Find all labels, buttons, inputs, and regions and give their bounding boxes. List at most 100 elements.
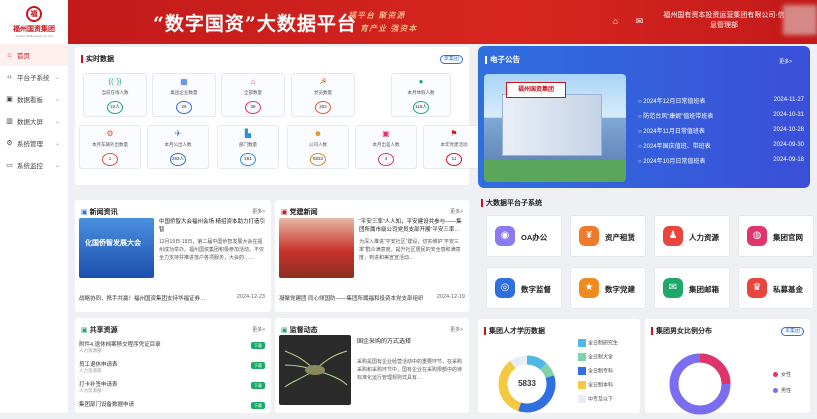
stat-label: 本月休假人数 (407, 90, 435, 95)
notice-item[interactable]: ○ 2024年国庆值班、带班表 2024-09-30 (638, 139, 804, 151)
donut-slice (526, 355, 547, 370)
stat-value: 4 (378, 153, 394, 166)
stat-tile[interactable]: ▙ 部门数量 281 (217, 125, 279, 169)
globe-icon: ◍ (747, 226, 767, 246)
stat-label: 党员数量 (314, 90, 332, 95)
download-button[interactable]: 下载 (251, 342, 265, 349)
gender-donut (669, 353, 731, 415)
more-link[interactable]: 更多> (779, 58, 792, 65)
news-footer[interactable]: 战略协同，携手共赢！福州国资集团支持华福证券… 2024-12-23 (79, 294, 265, 302)
notice-date: 2024-09-18 (773, 157, 804, 163)
app-tile[interactable]: ♛ 私募基金 (738, 267, 814, 309)
sidebar-item-monitor[interactable]: ▭ 系统监控 ⌄ (0, 154, 68, 176)
more-link[interactable]: 更多> (450, 326, 463, 333)
card-title: ▣ 党建新闻 (281, 209, 318, 216)
mindmap-image[interactable] (279, 335, 351, 405)
app-tile[interactable]: ♟ 人力资源 (654, 215, 730, 257)
stat-tile[interactable]: ● 本月休假人数 118人 (391, 73, 451, 117)
stat-value: 1 (102, 153, 118, 166)
stat-tile[interactable]: ▦ 集团企业数量 29 (152, 73, 216, 117)
notice-title: ○ 2024年11月日常值班表 (638, 128, 705, 135)
monitor-icon: ▭ (6, 162, 13, 169)
stat-tile[interactable]: ☭ 党员数量 202 (291, 73, 355, 117)
talent-total: 5833 (518, 379, 536, 388)
sidebar-item-home[interactable]: ⌂ 首页 (0, 44, 68, 66)
resource-dept: 人力资源部 (79, 388, 102, 393)
supervision-headline[interactable]: 国企采购的方式选择 (357, 338, 465, 346)
download-button[interactable]: 下载 (251, 402, 265, 409)
legend-item: 全日制研究生 (578, 339, 618, 347)
logo-name: 福州国资集团 (13, 24, 55, 33)
more-link[interactable]: 更多> (450, 208, 463, 215)
stat-value: 202 (315, 101, 331, 114)
stat-value: 39 (245, 101, 261, 114)
notice-item[interactable]: ○ 防范台风“康妮”值班带班表 2024-10-31 (638, 109, 804, 121)
party-footer[interactable]: 凝聚党建团 同心倾国防——集团所属福和投资本党支部组织… 2024-12-19 (279, 294, 465, 302)
app-label: 集团官网 (773, 233, 803, 242)
notice-date: 2024-11-27 (773, 97, 804, 103)
supervision-summary: 采购是国有企业经营活动中的重要环节，在采购采购和采购环节中，国有企业在采购限额中… (357, 359, 463, 381)
realtime-data-card: 实时数据 本集团 ((·)) 当前在线人数 22人 ▦ 集团企业数量 29 ⌂ 全部数量 39 ☭… (75, 47, 485, 185)
user-icon: ♟ (663, 226, 683, 246)
logo-subtitle: Fuzhou SOE Group Co.,Ltd (15, 34, 53, 38)
notice-banner: 电子公告 更多> 福州国资集团 ○ 2024年12月日常值班表 2024-11-2… (478, 46, 810, 188)
card-title: 集团男女比例分布 (651, 326, 712, 336)
sidebar-item-board[interactable]: ▣ 数据看板 ⌄ (0, 88, 68, 110)
news-headline[interactable]: 中国侨智大会福州会场 精招资本助力打造引智 (159, 218, 267, 234)
stat-tile[interactable]: ⌂ 全部数量 39 (221, 73, 285, 117)
sidebar-item-screen[interactable]: ▥ 数据大屏 ⌄ (0, 110, 68, 132)
donut-slice (540, 363, 555, 379)
party-headline[interactable]: “平安三率”人人知，平安建设共参与——集团所属市级公司党员支部开展“平安三率… (359, 218, 465, 234)
app-tile[interactable]: ¥ 资产租赁 (570, 215, 646, 257)
stat-label: 集团企业数量 (170, 90, 198, 95)
stat-tile[interactable]: ✈ 本月公出人数 293人 (147, 125, 209, 169)
stat-tile[interactable]: ((·)) 当前在线人数 22人 (83, 73, 147, 117)
legend-item: 中专及以下 (578, 395, 613, 403)
flag-icon: ⚑ (450, 129, 458, 138)
logo[interactable]: 福 福州国资集团 Fuzhou SOE Group Co.,Ltd (0, 0, 68, 44)
scope-tag[interactable]: 本集团 (439, 55, 463, 64)
stat-label: 部门数量 (239, 142, 257, 147)
resource-dept: 人力资源部 (79, 368, 102, 373)
sidebar-item-subsystem[interactable]: ‹› 平台子系统 ⌄ (0, 66, 68, 88)
list-item[interactable]: 员工退休申请表 人力资源部 下载 (79, 360, 265, 376)
platform-title: “数字国资”大数据平台 (153, 13, 357, 35)
more-link[interactable]: 更多> (252, 208, 265, 215)
plane-icon: ✈ (174, 129, 182, 138)
download-button[interactable]: 下载 (251, 362, 265, 369)
notice-title: ○ 2024年国庆值班、带班表 (638, 143, 711, 150)
stat-tile[interactable]: ⚙ 本月车辆外出数量 1 (79, 125, 141, 169)
party-news-image[interactable] (279, 218, 354, 278)
stat-tile[interactable]: ▣ 本月出差人数 4 (355, 125, 417, 169)
code-icon: ‹› (7, 73, 12, 81)
stat-tile[interactable]: ☻ 公司人数 5833 (287, 125, 349, 169)
app-tile[interactable]: ◉ OA办公 (486, 215, 562, 257)
notice-item[interactable]: ○ 2024年10月日常值班表 2024-09-18 (638, 154, 804, 166)
app-tile[interactable]: ◍ 集团官网 (738, 215, 814, 257)
sidebar-item-label: 系统管理 (17, 141, 43, 148)
list-item[interactable]: 打卡补签申请表 人力资源部 下载 (79, 380, 265, 396)
sidebar-item-system[interactable]: ⚙ 系统管理 ⌄ (0, 132, 68, 154)
card-title: ▣ 监督动态 (281, 327, 318, 334)
legend-item: 男性 (773, 387, 791, 394)
mail-icon: ✉ (663, 278, 683, 298)
list-item[interactable]: 附件4.退休档案移交程序凭证目录 人力资源部 下载 (79, 340, 265, 356)
more-link[interactable]: 更多> (252, 326, 265, 333)
list-item[interactable]: 集团部门设备数据申请 下载 (79, 400, 265, 416)
app-tile[interactable]: ◎ 数字监督 (486, 267, 562, 309)
home-icon[interactable]: ⌂ (610, 16, 621, 27)
mail-icon[interactable]: ✉ (634, 16, 645, 27)
notice-item[interactable]: ○ 2024年11月日常值班表 2024-10-28 (638, 124, 804, 136)
avatar[interactable] (783, 5, 817, 35)
scope-tag[interactable]: 本集团 (780, 327, 804, 336)
party-news-card: ▣ 党建新闻 更多> “平安三率”人人知，平安建设共参与——集团所属市级公司党员支… (275, 200, 469, 312)
download-button[interactable]: 下载 (251, 382, 265, 389)
app-tile[interactable]: ✉ 集团邮箱 (654, 267, 730, 309)
sidebar-item-label: 数据大屏 (17, 119, 43, 126)
stat-tile[interactable]: ⚑ 本年党建活动 11 (423, 125, 485, 169)
notice-item[interactable]: ○ 2024年12月日常值班表 2024-11-27 (638, 94, 804, 106)
news-image[interactable]: 化国侨智发展大会 (79, 218, 154, 278)
subsystem-card: 大数据平台子系统 ◉ OA办公 ¥ 资产租赁 ♟ 人力资源 ◍ 集团官网 ◎ 数字监督 ★ 数字党建 ✉… (478, 193, 814, 315)
app-tile[interactable]: ★ 数字党建 (570, 267, 646, 309)
stat-label: 全部数量 (244, 90, 262, 95)
